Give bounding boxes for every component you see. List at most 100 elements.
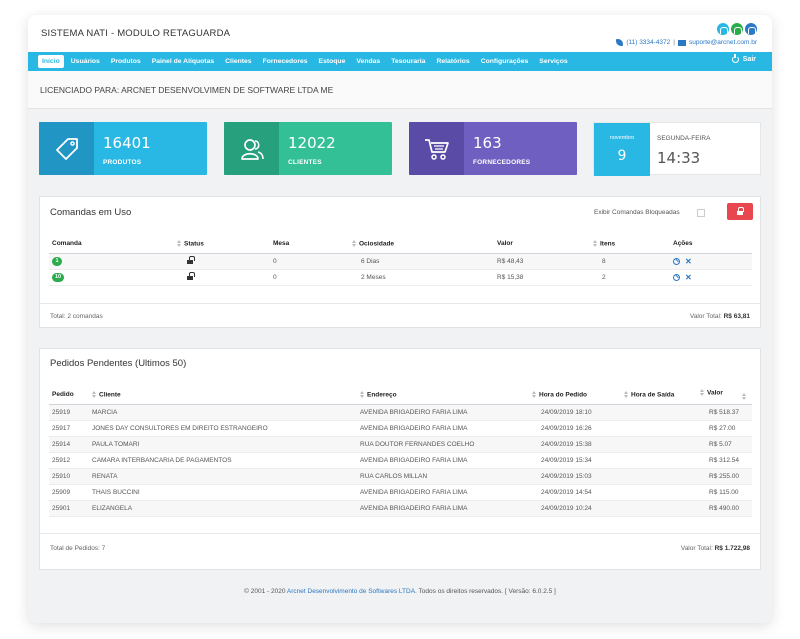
- table-row[interactable]: 25919 MARCIA AVENIDA BRIGADEIRO FARIA LIMA…: [49, 404, 752, 421]
- sort-icon: [352, 239, 357, 248]
- nav-tesouraria[interactable]: Tesouraria: [387, 55, 429, 68]
- table-row[interactable]: 25917 JONES DAY CONSULTORES EM DIREITO ES…: [49, 420, 752, 437]
- comanda-badge[interactable]: 1: [52, 256, 62, 266]
- nav-fornecedores[interactable]: Fornecedores: [259, 55, 312, 68]
- valor-cell: R$ 115.00: [697, 484, 752, 501]
- col-ociosidade[interactable]: Ociosidade: [349, 235, 494, 254]
- col-status[interactable]: Status: [174, 235, 270, 254]
- col-pedido[interactable]: Pedido: [49, 386, 89, 405]
- brand-logo: [717, 23, 757, 35]
- stat-value: 12022: [288, 134, 336, 152]
- col-cliente[interactable]: Cliente: [89, 386, 357, 405]
- col-hora-pedido[interactable]: Hora do Pedido: [529, 386, 621, 405]
- comanda-badge[interactable]: 10: [52, 272, 65, 282]
- table-row[interactable]: 25912 CAMARA INTERBANCARIA DE PAGAMENTOS A…: [49, 452, 752, 469]
- nav-servicos[interactable]: Serviços: [535, 55, 571, 68]
- stat-label: FORNECEDORES: [473, 159, 531, 166]
- close-icon[interactable]: ✕: [685, 257, 692, 266]
- cliente-cell: RENATA: [89, 468, 357, 485]
- nav-produtos[interactable]: Produtos: [107, 55, 145, 68]
- valor-cell: R$ 15,38: [494, 269, 590, 286]
- logout-button[interactable]: Sair: [731, 54, 756, 63]
- col-valor[interactable]: Valor: [494, 235, 590, 254]
- col-valor[interactable]: Valor: [697, 386, 752, 405]
- sort-icon: [593, 239, 598, 248]
- ociosidade-cell: 2 Meses: [349, 269, 494, 286]
- endereco-cell: AVENIDA BRIGADEIRO FARIA LIMA: [357, 500, 529, 517]
- nav-relatorios[interactable]: Relatórios: [432, 55, 473, 68]
- sort-icon: [742, 392, 747, 401]
- hora-pedido-cell: 24/09/2019 10:24: [529, 500, 621, 517]
- mesa-cell: 0: [270, 253, 349, 270]
- table-row[interactable]: 25914 PAULA TOMARI RUA DOUTOR FERNANDES CO…: [49, 436, 752, 453]
- stat-body: 163 FORNECEDORES: [464, 122, 530, 175]
- lock-icon: [737, 206, 744, 215]
- nav-vendas[interactable]: Vendas: [352, 55, 384, 68]
- pedido-cell: 25901: [49, 500, 89, 517]
- table-row[interactable]: 25910 RENATA RUA CARLOS MILLAN 24/09/2019 1…: [49, 468, 752, 485]
- nav-clientes[interactable]: Clientes: [221, 55, 255, 68]
- col-hora-saida[interactable]: Hora de Saída: [621, 386, 697, 405]
- blocked-commands-label: Exibir Comandas Bloqueadas: [594, 209, 680, 216]
- pedido-cell: 25909: [49, 484, 89, 501]
- stat-icon-box: [39, 122, 94, 175]
- col-acoes: Ações: [670, 235, 752, 254]
- hora-saida-cell: [621, 452, 697, 469]
- close-icon[interactable]: ✕: [685, 273, 692, 282]
- status-cell: [174, 269, 270, 286]
- nav-estoque[interactable]: Estoque: [315, 55, 350, 68]
- pedidos-body: 25919 MARCIA AVENIDA BRIGADEIRO FARIA LIMA…: [49, 404, 752, 517]
- col-comanda[interactable]: Comanda: [49, 235, 174, 254]
- cliente-cell: MARCIA: [89, 404, 357, 421]
- date-card: novembro 9 SEGUNDA-FEIRA 14:33: [593, 122, 761, 176]
- pedidos-panel: Pedidos Pendentes (Ultimos 50) Pedido Cl…: [39, 348, 761, 570]
- comandas-total-value: Valor Total: R$ 63,81: [689, 313, 750, 320]
- mesa-cell: 0: [270, 269, 349, 286]
- comandas-table: Comanda Status Mesa Ociosidade Valor Ite…: [49, 235, 752, 286]
- pedido-cell: 25919: [49, 404, 89, 421]
- sort-icon: [177, 239, 182, 248]
- table-row[interactable]: 25909 THAIS BUCCINI AVENIDA BRIGADEIRO FAR…: [49, 484, 752, 501]
- cliente-cell: CAMARA INTERBANCARIA DE PAGAMENTOS: [89, 452, 357, 469]
- nav-usuarios[interactable]: Usuários: [67, 55, 104, 68]
- show-blocked-checkbox[interactable]: [697, 209, 705, 217]
- nav-configuracoes[interactable]: Configurações: [477, 55, 533, 68]
- stat-body: 12022 CLIENTES: [279, 122, 336, 175]
- endereco-cell: AVENIDA BRIGADEIRO FARIA LIMA: [357, 452, 529, 469]
- table-row[interactable]: 10 0 2 Meses R$ 15,38 2 ✕: [49, 269, 752, 286]
- comandas-title: Comandas em Uso: [50, 207, 132, 218]
- table-row[interactable]: 1 0 6 Dias R$ 48,43 8 ✕: [49, 253, 752, 270]
- top-bar: SISTEMA NATI - MODULO RETAGUARDA (11) 33…: [28, 15, 772, 52]
- col-endereco[interactable]: Endereço: [357, 386, 529, 405]
- license-bar: LICENCIADO PARA: ARCNET DESENVOLVIMEN DE…: [28, 71, 772, 109]
- valor-cell: R$ 312.54: [697, 452, 752, 469]
- pedido-cell: 25910: [49, 468, 89, 485]
- nav-painel-aliquotas[interactable]: Painel de Alíquotas: [148, 55, 218, 68]
- pedidos-table: Pedido Cliente Endereço Hora do Pedido H…: [49, 386, 752, 517]
- support-email[interactable]: suporte@arcnet.com.br: [689, 39, 757, 46]
- stat-body: 16401 PRODUTOS: [94, 122, 151, 175]
- pedidos-footer: Total de Pedidos: 7 Valor Total: R$ 1.72…: [40, 533, 760, 570]
- table-row[interactable]: 25901 ELIZANGELA AVENIDA BRIGADEIRO FARIA …: [49, 500, 752, 517]
- contact-info: (11) 3334-4372 | suporte@arcnet.com.br: [616, 39, 757, 46]
- stat-card-produtos[interactable]: 16401 PRODUTOS: [39, 122, 207, 175]
- status-cell: [174, 253, 270, 270]
- sort-icon: [92, 390, 97, 399]
- block-icon[interactable]: [673, 273, 680, 281]
- page-footer: © 2001 - 2020 Arcnet Desenvolvimento de …: [28, 588, 772, 595]
- col-itens[interactable]: Itens: [590, 235, 670, 254]
- cliente-cell: PAULA TOMARI: [89, 436, 357, 453]
- col-mesa[interactable]: Mesa: [270, 235, 349, 254]
- contact-separator: |: [673, 39, 675, 46]
- nav-inicio[interactable]: Início: [38, 55, 64, 68]
- lock-button[interactable]: [727, 203, 753, 220]
- date-day: 9: [617, 148, 627, 164]
- pedido-cell: 25912: [49, 452, 89, 469]
- stat-icon-box: [224, 122, 279, 175]
- stat-card-clientes[interactable]: 12022 CLIENTES: [224, 122, 392, 175]
- company-link[interactable]: Arcnet Desenvolvimento de Softwares LTDA…: [287, 588, 417, 595]
- block-icon[interactable]: [673, 257, 680, 265]
- hora-saida-cell: [621, 484, 697, 501]
- hora-pedido-cell: 24/09/2019 15:34: [529, 452, 621, 469]
- stat-card-fornecedores[interactable]: 163 FORNECEDORES: [409, 122, 577, 175]
